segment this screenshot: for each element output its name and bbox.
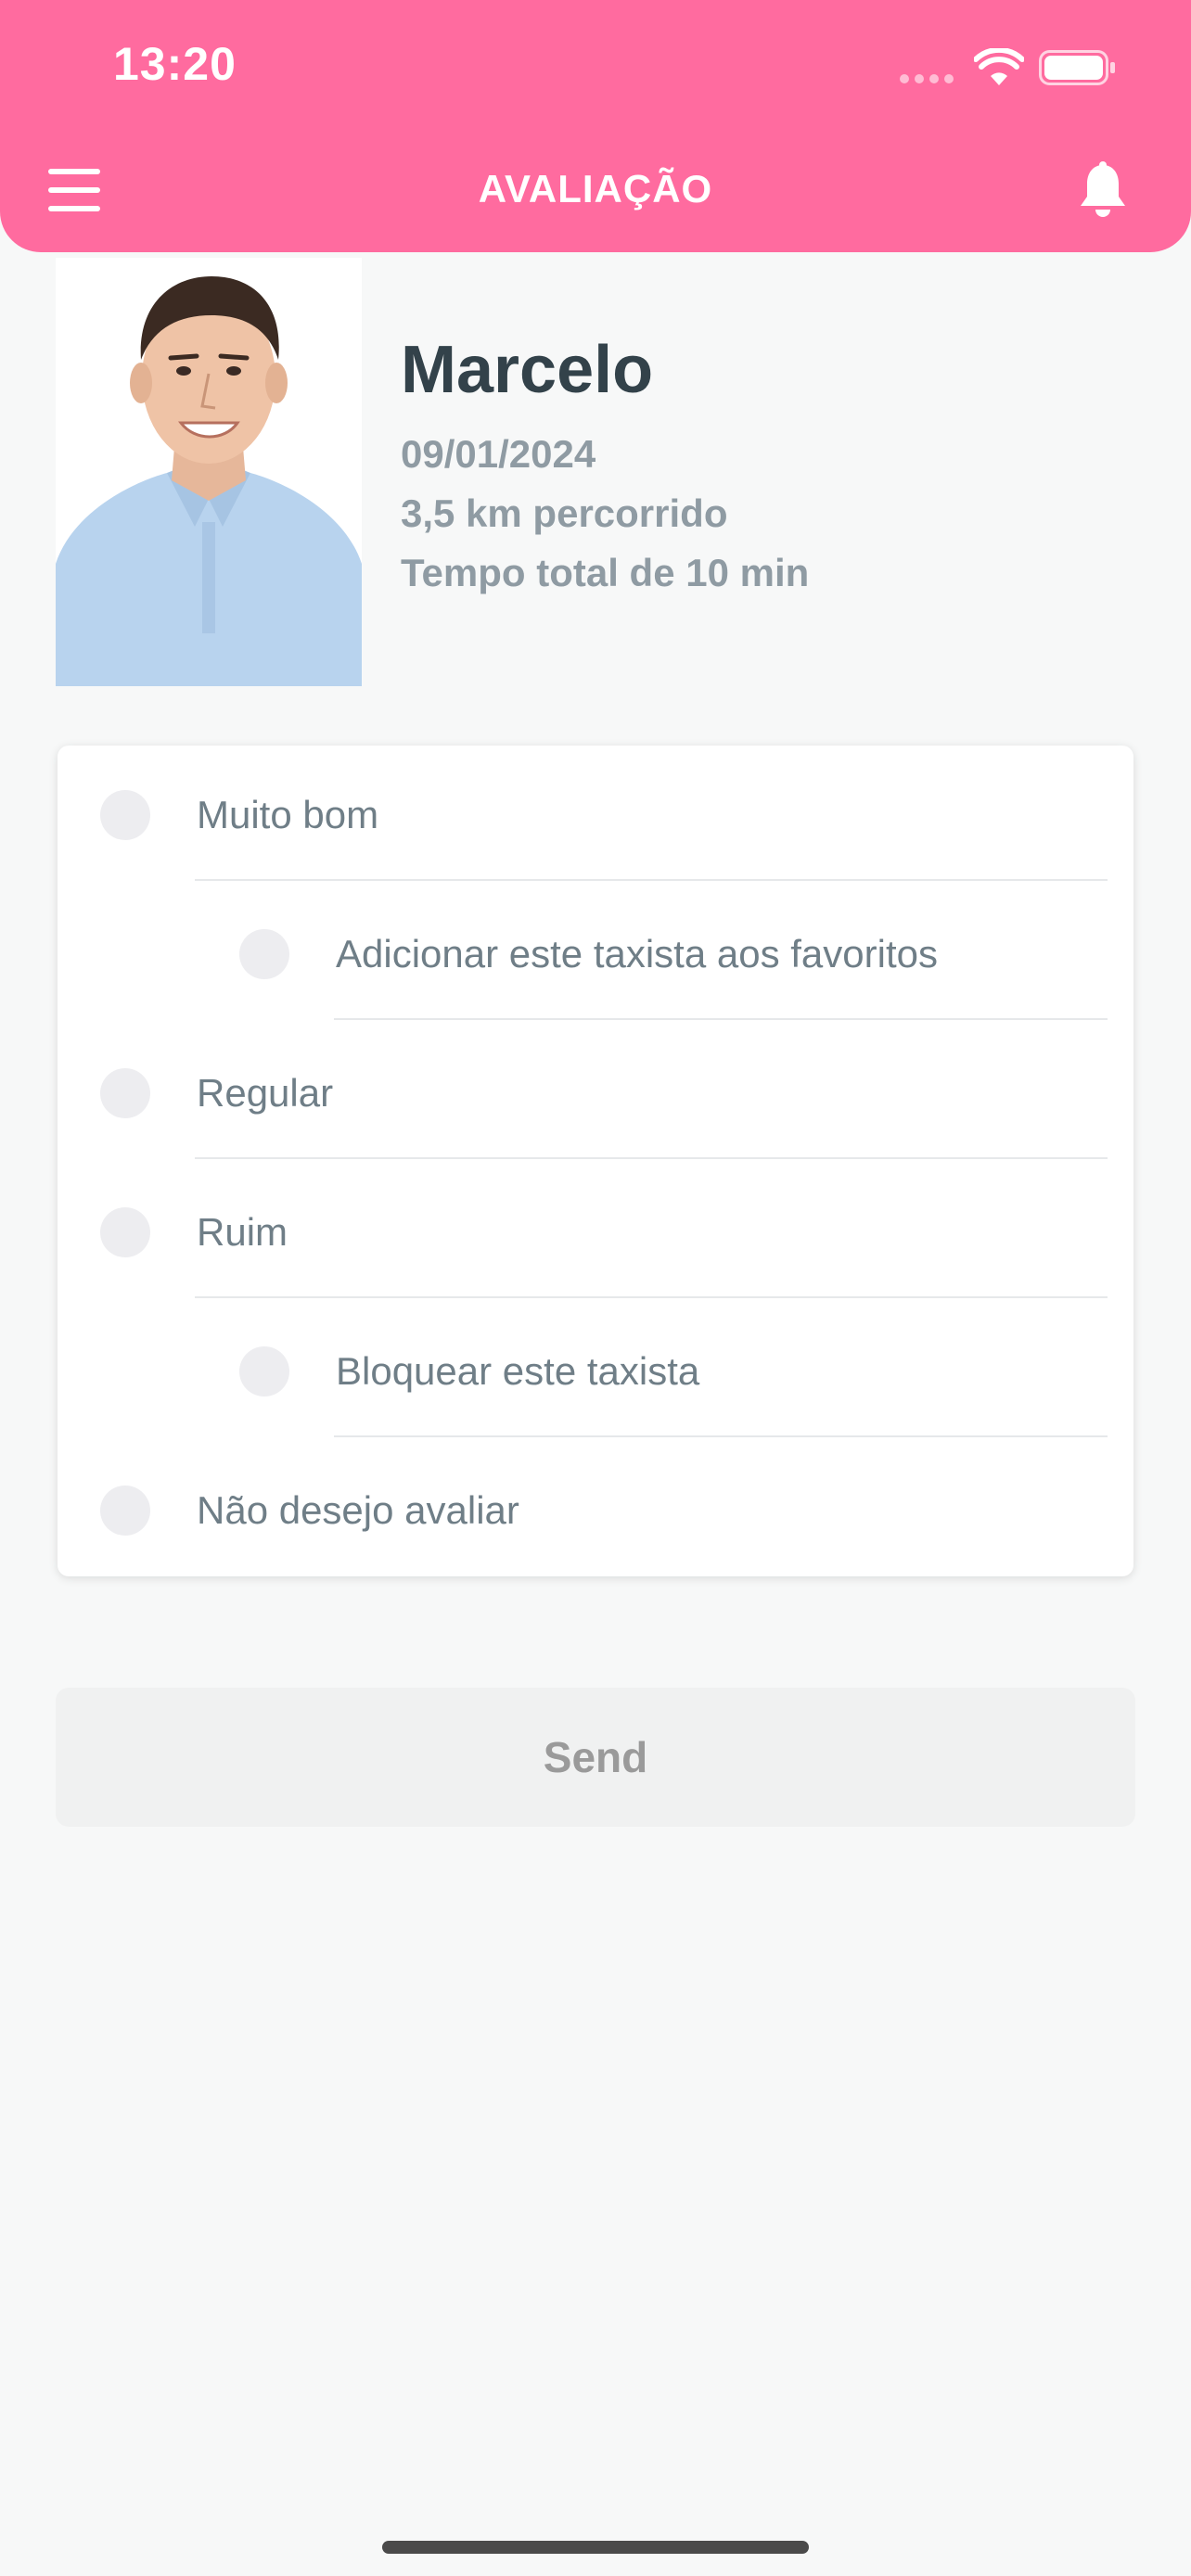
option-label: Adicionar este taxista aos favoritos [336,932,938,976]
evaluation-screen: 13:20 AVALIAÇÃO Marcelo 09/01/2024 3,5 k… [0,0,1191,2576]
divider [334,1435,1108,1437]
option-muito-bom[interactable]: Muito bom [100,746,378,885]
divider [195,1157,1108,1159]
option-label: Muito bom [197,793,379,836]
trip-distance: 3,5 km percorrido [401,491,728,535]
driver-photo [56,258,362,686]
option-ruim[interactable]: Ruim [100,1163,288,1302]
option-label: Bloquear este taxista [336,1349,700,1393]
radio-button[interactable] [239,1346,289,1396]
driver-name: Marcelo [401,333,654,407]
option-block-driver[interactable]: Bloquear este taxista [239,1302,699,1441]
bell-icon[interactable] [1076,161,1130,221]
option-label: Regular [197,1071,334,1115]
send-button[interactable]: Send [56,1688,1135,1827]
signal-icon [900,74,954,83]
divider [195,879,1108,881]
wifi-icon [974,48,1024,85]
rating-options-card: Muito bom Adicionar este taxista aos fav… [58,746,1133,1576]
home-indicator [382,2541,809,2554]
divider [334,1018,1108,1020]
page-title: AVALIAÇÃO [478,167,713,210]
battery-icon [1039,50,1115,85]
radio-button[interactable] [100,1486,150,1536]
driver-photo-illustration [56,258,362,686]
status-time: 13:20 [113,38,237,90]
option-label: Ruim [197,1210,288,1254]
option-label: Não desejo avaliar [197,1488,519,1532]
trip-total-time: Tempo total de 10 min [401,551,810,594]
divider [195,1296,1108,1298]
radio-button[interactable] [239,929,289,979]
option-add-favorite[interactable]: Adicionar este taxista aos favoritos [239,885,938,1024]
radio-button[interactable] [100,1207,150,1257]
radio-button[interactable] [100,1068,150,1118]
option-no-rating[interactable]: Não desejo avaliar [100,1441,519,1580]
option-regular[interactable]: Regular [100,1024,333,1163]
trip-date: 09/01/2024 [401,432,596,476]
header-bar: 13:20 AVALIAÇÃO [0,0,1191,252]
radio-button[interactable] [100,790,150,840]
